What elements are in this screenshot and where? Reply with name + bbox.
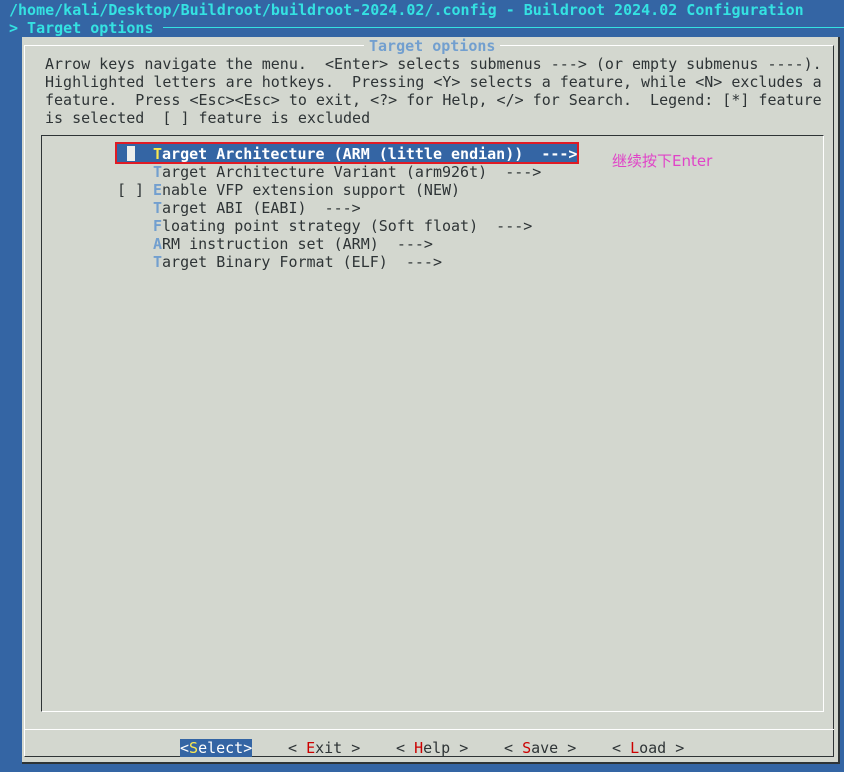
help-text: Highlighted letters are hotkeys. Pressin… bbox=[45, 73, 822, 91]
menu-item-binary-format[interactable]: Target Binary Format (ELF) ---> bbox=[153, 253, 442, 271]
annotation-text: 继续按下Enter bbox=[612, 152, 713, 170]
dialog-title: Target options bbox=[364, 37, 501, 55]
menu-item-label[interactable]: Target Architecture (ARM (little endian)… bbox=[153, 145, 577, 163]
help-text: feature. Press <Esc><Esc> to exit, <?> f… bbox=[45, 91, 822, 109]
select-button[interactable]: <Select> bbox=[180, 739, 253, 757]
menu-item-target-abi[interactable]: Target ABI (EABI) ---> bbox=[153, 199, 361, 217]
checkbox-vfp[interactable]: [ ] bbox=[117, 181, 144, 199]
help-button[interactable]: < Help > bbox=[396, 739, 468, 757]
button-separator bbox=[24, 729, 834, 730]
breadcrumb: > Target options bbox=[9, 19, 154, 37]
window-title: /home/kali/Desktop/Buildroot/buildroot-2… bbox=[9, 1, 804, 19]
menu-item-arm-instruction-set[interactable]: ARM instruction set (ARM) ---> bbox=[153, 235, 433, 253]
menu-item-enable-vfp[interactable]: Enable VFP extension support (NEW) bbox=[153, 181, 460, 199]
title-rule bbox=[163, 27, 844, 28]
exit-button[interactable]: < Exit > bbox=[288, 739, 360, 757]
load-button[interactable]: < Load > bbox=[612, 739, 684, 757]
cursor-block bbox=[127, 146, 135, 161]
help-text: Arrow keys navigate the menu. <Enter> se… bbox=[45, 55, 822, 73]
save-button[interactable]: < Save > bbox=[504, 739, 576, 757]
menu-item-target-architecture-variant[interactable]: Target Architecture Variant (arm926t) --… bbox=[153, 163, 541, 181]
help-text: is selected [ ] feature is excluded bbox=[45, 109, 371, 127]
menu-item-floating-point[interactable]: Floating point strategy (Soft float) ---… bbox=[153, 217, 532, 235]
